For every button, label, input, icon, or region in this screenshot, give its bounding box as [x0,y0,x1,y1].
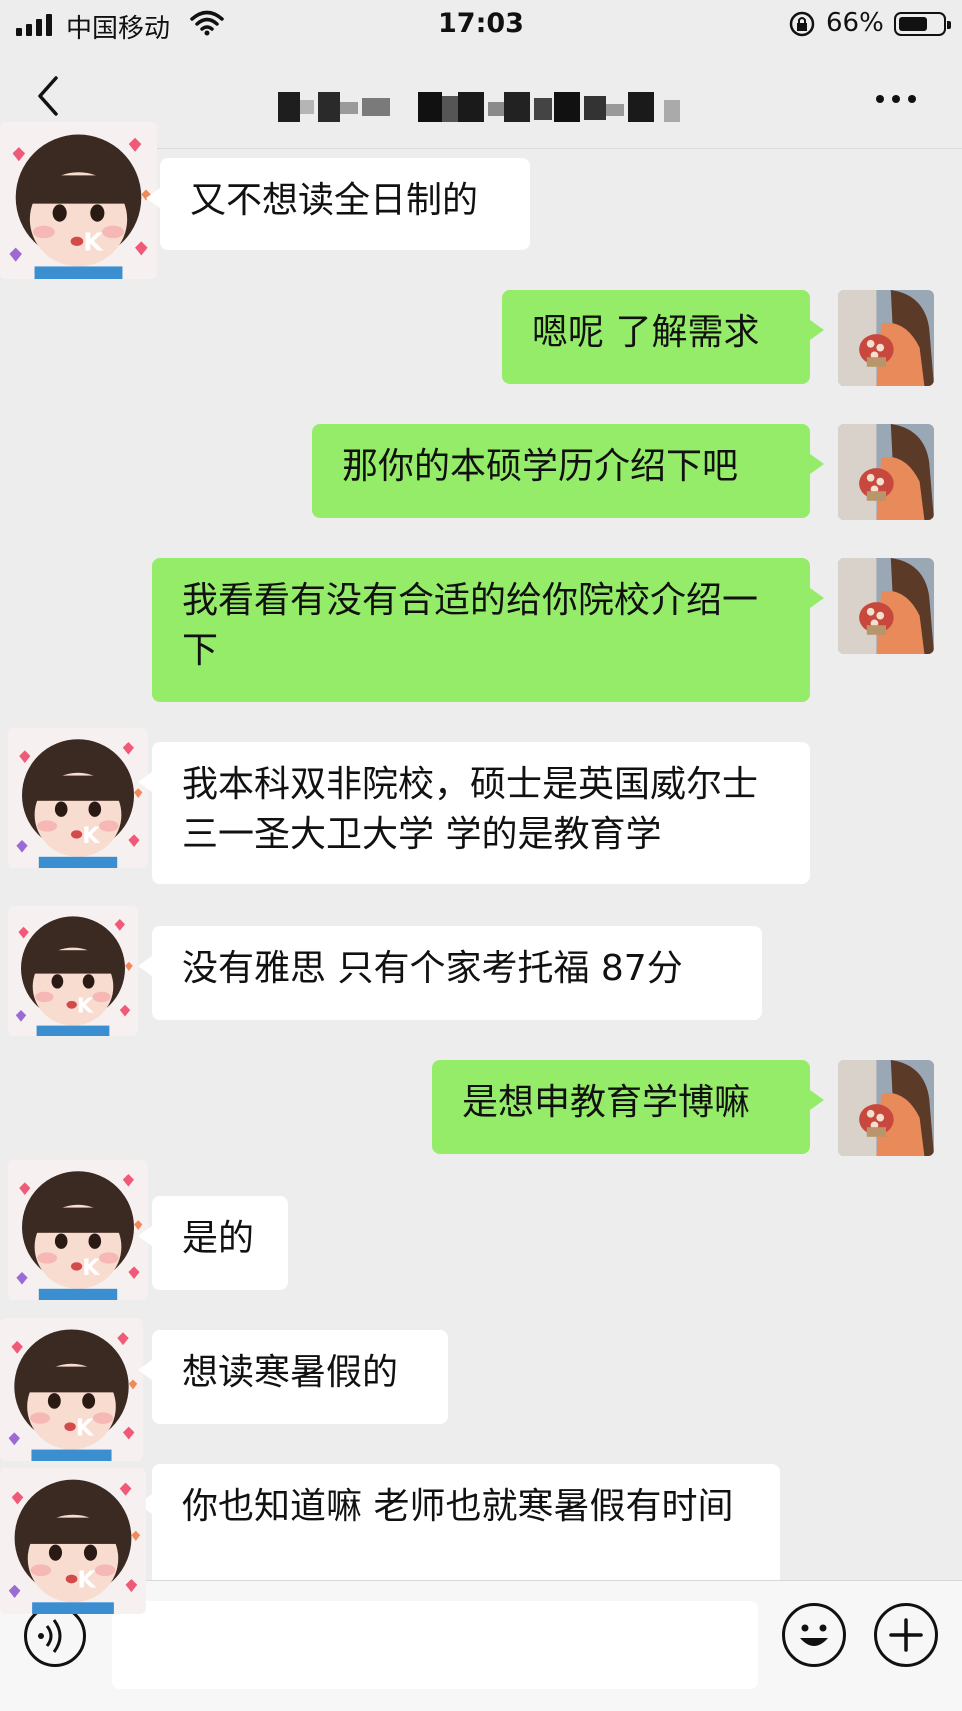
message-input[interactable] [112,1601,758,1689]
battery-icon [894,12,951,36]
message-bubble-outgoing: 嗯呢 了解需求 [502,290,824,384]
contact-avatar[interactable] [8,728,148,868]
emoji-icon[interactable] [782,1603,846,1667]
my-avatar[interactable] [838,1060,934,1156]
message-bubble-outgoing: 我看看有没有合适的给你院校介绍一下 [152,558,824,702]
message-bubble-outgoing: 那你的本硕学历介绍下吧 [312,424,824,518]
message-bubble-outgoing: 是想申教育学博嘛 [432,1060,824,1154]
contact-avatar[interactable] [8,906,138,1036]
message-bubble-incoming: 是的 [138,1196,288,1290]
rotation-lock-icon [788,10,816,42]
contact-avatar[interactable] [8,1160,148,1300]
my-avatar[interactable] [838,424,934,520]
message-bubble-incoming: 又不想读全日制的 [146,158,530,250]
contact-avatar[interactable] [0,1468,146,1614]
my-avatar[interactable] [838,558,934,654]
voice-icon[interactable] [24,1605,86,1667]
message-bubble-incoming: 没有雅思 只有个家考托福 87分 [138,926,762,1020]
ellipsis-icon[interactable] [874,90,918,109]
chevron-left-icon[interactable] [36,74,60,122]
chat-title-obscured [278,92,684,122]
plus-icon[interactable] [874,1603,938,1667]
contact-avatar[interactable] [0,122,157,279]
my-avatar[interactable] [838,290,934,386]
status-bar: 中国移动 17:03 66% [0,0,962,48]
battery-percent: 66% [826,8,884,38]
status-time: 17:03 [438,8,524,39]
message-bubble-incoming: 想读寒暑假的 [138,1330,448,1424]
contact-avatar[interactable] [0,1318,143,1461]
message-bubble-incoming: 我本科双非院校，硕士是英国威尔士三一圣大卫大学 学的是教育学 [138,742,810,884]
